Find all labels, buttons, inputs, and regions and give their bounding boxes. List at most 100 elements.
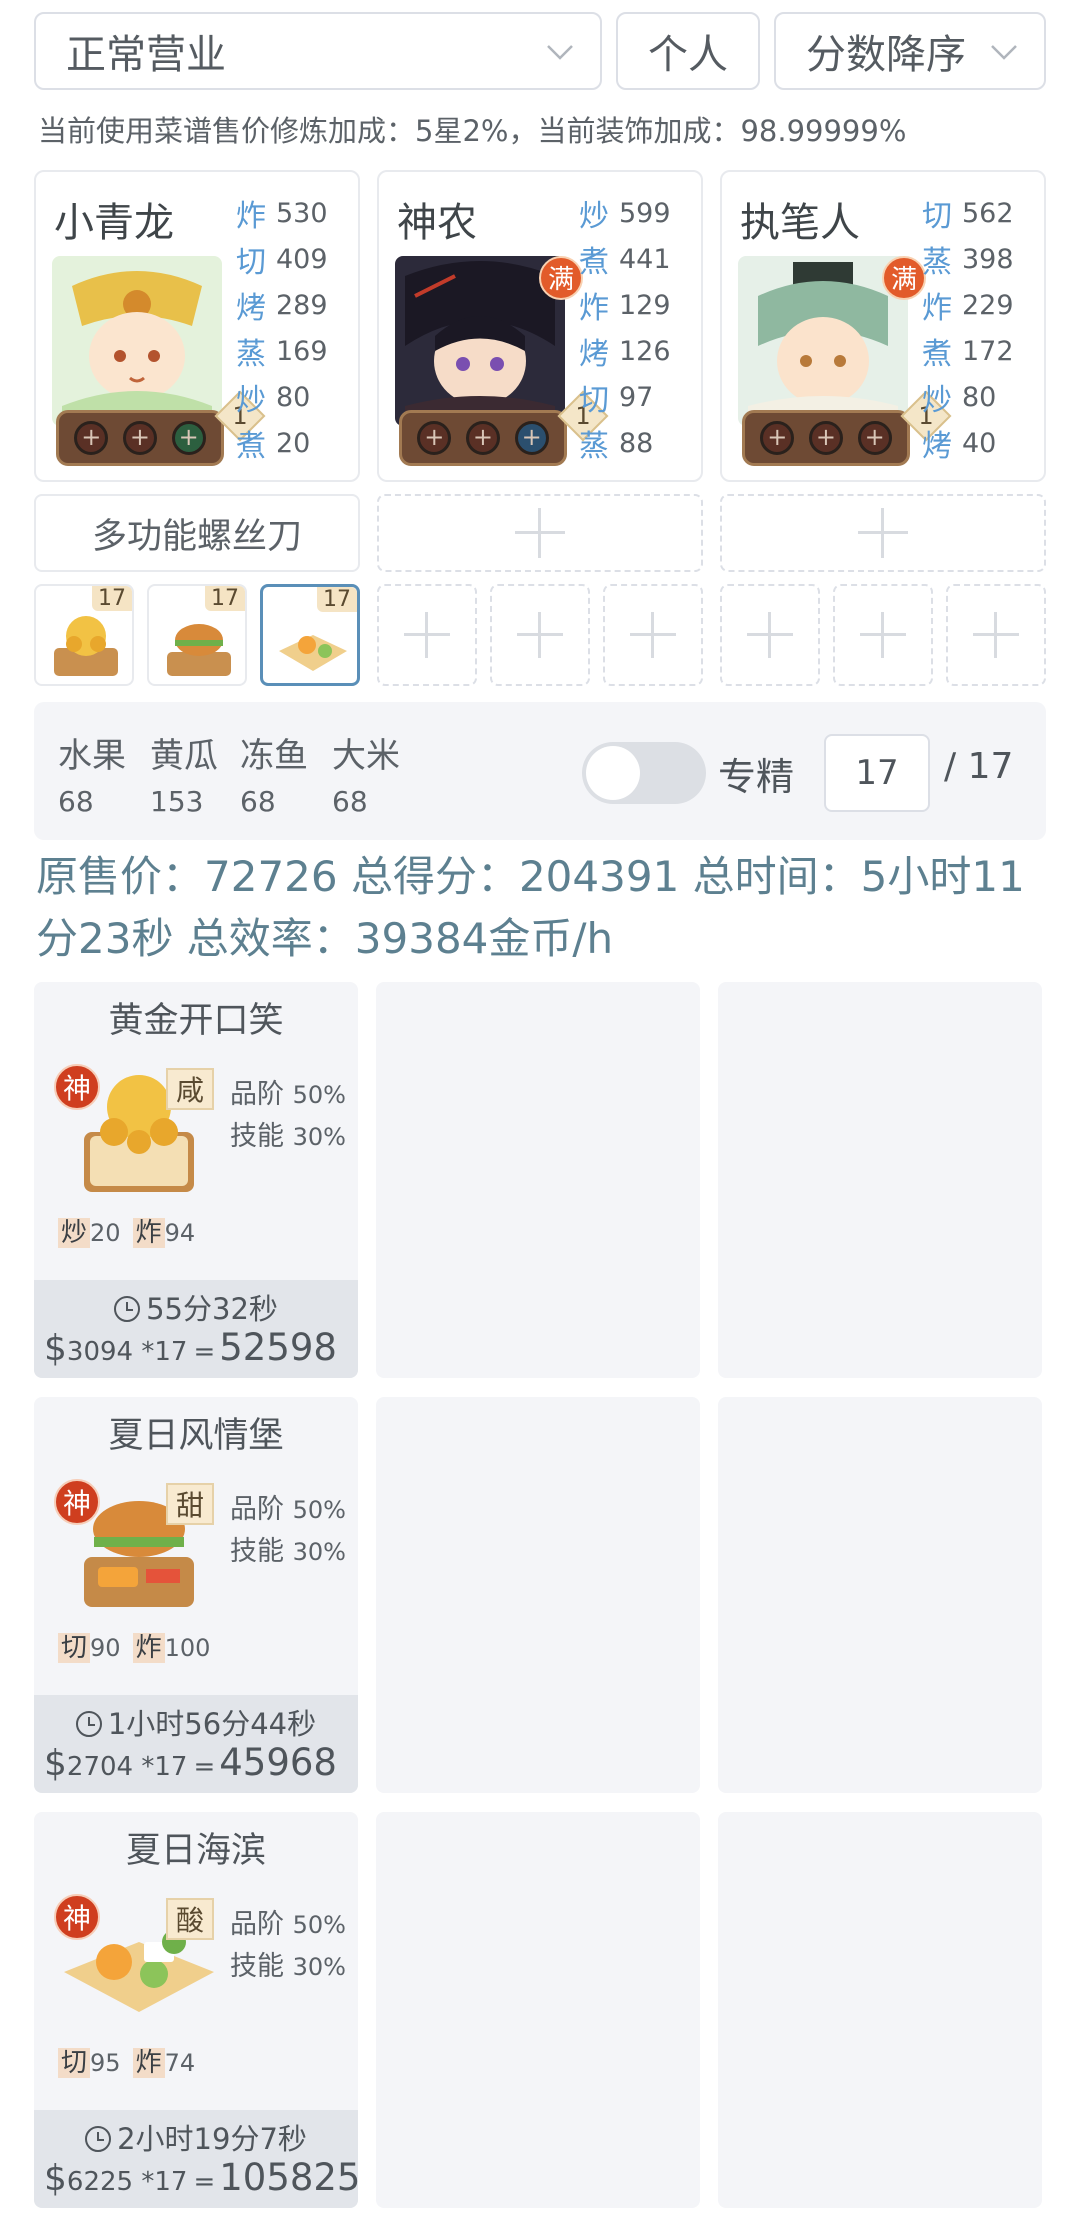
- empty-dish-card[interactable]: [718, 1397, 1042, 1793]
- equipment-slot-3[interactable]: [720, 494, 1046, 572]
- skill-row: 烤 289: [236, 289, 328, 327]
- dish-stats: 品阶 50% 技能 30%: [230, 1079, 346, 1152]
- empty-dish-card[interactable]: [718, 982, 1042, 1378]
- recipe-thumb: [167, 624, 231, 676]
- requirement: 炸 100: [132, 1627, 210, 1664]
- dish-name: 夏日风情堡: [108, 1416, 284, 1456]
- skill-requirements: 切 90 炸 100: [58, 1627, 210, 1664]
- add-icon: [404, 612, 450, 658]
- requirement: 切 95: [58, 2042, 121, 2079]
- price-line: $6225 *17 = 105825: [44, 2156, 361, 2199]
- requirement: 炸 94: [132, 1212, 195, 1249]
- recipe-slot-6[interactable]: [603, 584, 703, 686]
- material-item: 黄瓜 153: [150, 736, 218, 818]
- material-item: 水果 68: [58, 736, 126, 818]
- add-icon: [630, 612, 676, 658]
- dish-name: 夏日海滨: [125, 1831, 266, 1871]
- chef-gem-slots[interactable]: + + +: [742, 410, 910, 466]
- rank-badge: 神: [54, 1064, 100, 1110]
- business-status-select[interactable]: 正常营业: [34, 12, 602, 90]
- dish-card-2[interactable]: 夏日风情堡 神 甜 品阶 50% 技能 30% 切 90 炸 100 1小时56分4…: [34, 1397, 358, 1793]
- personal-mode-label: 个人: [648, 32, 728, 78]
- gem-slot-icon[interactable]: +: [760, 421, 795, 455]
- recipe-thumb: [54, 616, 118, 676]
- empty-dish-card[interactable]: [376, 1812, 700, 2208]
- empty-dish-card[interactable]: [718, 1812, 1042, 2208]
- gem-slot-icon[interactable]: +: [808, 421, 843, 455]
- exclusive-level-input[interactable]: 17: [824, 734, 930, 812]
- gem-slot-icon[interactable]: +: [171, 421, 206, 455]
- sort-order-select[interactable]: 分数降序: [774, 12, 1046, 90]
- recipe-slot-2[interactable]: 17: [147, 584, 247, 686]
- dish-footer: 1小时56分44秒 $2704 *17 = 45968: [34, 1695, 358, 1793]
- recipe-slot-9[interactable]: [946, 584, 1046, 686]
- add-icon: [517, 612, 563, 658]
- skill-row: 炒 599: [579, 197, 671, 235]
- recipe-quantity: 17: [317, 587, 357, 612]
- toggle-knob: [586, 746, 640, 800]
- clock-icon: [85, 2126, 112, 2152]
- chef-name: 小青龙: [54, 200, 174, 246]
- chevron-down-icon: [991, 45, 1017, 60]
- skill-row: 切 409: [236, 243, 328, 281]
- clock-icon: [114, 1296, 141, 1322]
- recipe-slot-5[interactable]: [490, 584, 590, 686]
- chef-gem-slots[interactable]: + + +: [399, 410, 567, 466]
- skill-row: 煮 20: [236, 427, 311, 465]
- cook-time: 2小时19分7秒: [34, 2116, 358, 2158]
- add-icon: [747, 612, 793, 658]
- skill-row: 炒 80: [236, 381, 311, 419]
- recipe-slot-4[interactable]: [377, 584, 477, 686]
- dish-name: 黄金开口笑: [108, 1001, 284, 1041]
- gem-slot-icon[interactable]: +: [122, 421, 157, 455]
- chef-card-2[interactable]: 神农 满 + + + 1 炒 599 煮 441 炸 129 烤 126 切 97 蒸 88: [377, 170, 703, 482]
- rank-badge: 神: [54, 1894, 100, 1940]
- gem-slot-icon[interactable]: +: [857, 421, 892, 455]
- equipment-slot-1[interactable]: 多功能螺丝刀: [34, 494, 360, 572]
- personal-mode-button[interactable]: 个人: [616, 12, 760, 90]
- skill-row: 切 562: [922, 197, 1014, 235]
- gem-slot-icon[interactable]: +: [465, 421, 500, 455]
- flavor-badge: 酸: [166, 1898, 214, 1940]
- flavor-badge: 咸: [166, 1068, 214, 1110]
- recipe-slot-1[interactable]: 17: [34, 584, 134, 686]
- sort-order-value: 分数降序: [806, 32, 966, 78]
- add-icon: [973, 612, 1019, 658]
- skill-row: 蒸 88: [579, 427, 654, 465]
- chef-portrait: [52, 256, 222, 426]
- equipment-slot-2[interactable]: [377, 494, 703, 572]
- rank-badge: 神: [54, 1479, 100, 1525]
- bonus-info: 当前使用菜谱售价修炼加成：5星2%，当前装饰加成：98.99999%: [38, 114, 907, 148]
- summary-text: 原售价：72726 总得分：204391 总时间：5小时11分23秒 总效率：3…: [36, 852, 1025, 963]
- gem-slot-icon[interactable]: +: [74, 421, 109, 455]
- chef-card-1[interactable]: 小青龙 + + + 1 炸 530 切 409 烤 289 蒸 169 炒 80 煮 20: [34, 170, 360, 482]
- gem-slot-icon[interactable]: +: [417, 421, 452, 455]
- empty-dish-card[interactable]: [376, 982, 700, 1378]
- recipe-slot-8[interactable]: [833, 584, 933, 686]
- skill-row: 煮 441: [579, 243, 671, 281]
- equipment-name: 多功能螺丝刀: [91, 516, 302, 557]
- add-icon: [858, 508, 908, 558]
- exclusive-level-max: / 17: [944, 746, 1014, 787]
- requirement: 炸 74: [132, 2042, 195, 2079]
- exclusive-toggle[interactable]: [582, 742, 706, 804]
- skill-requirements: 炒 20 炸 94: [58, 1212, 195, 1249]
- chef-skills: 炸 530 切 409 烤 289 蒸 169 炒 80 煮 20: [236, 190, 352, 466]
- skill-row: 烤 40: [922, 427, 997, 465]
- gem-slot-icon[interactable]: +: [514, 421, 549, 455]
- recipe-slot-7[interactable]: [720, 584, 820, 686]
- price-line: $2704 *17 = 45968: [44, 1741, 337, 1784]
- empty-dish-card[interactable]: [376, 1397, 700, 1793]
- recipe-quantity: 17: [205, 586, 245, 611]
- requirement: 炒 20: [58, 1212, 121, 1249]
- dish-card-1[interactable]: 黄金开口笑 神 咸 品阶 50% 技能 30% 炒 20 炸 94 55分32秒 $…: [34, 982, 358, 1378]
- business-status-value: 正常营业: [66, 32, 226, 78]
- dish-card-3[interactable]: 夏日海滨 神 酸 品阶 50% 技能 30% 切 95 炸 74 2小时19分7秒 …: [34, 1812, 361, 2208]
- chef-name: 神农: [397, 200, 477, 246]
- chef-gem-slots[interactable]: + + +: [56, 410, 224, 466]
- chef-card-3[interactable]: 执笔人 满 + + + 1 切 562 蒸 398 炸 229 煮 172 炒 80 烤4…: [720, 170, 1046, 482]
- recipe-slot-3[interactable]: 17: [260, 584, 360, 686]
- skill-row: 煮 172: [922, 335, 1014, 373]
- skill-requirements: 切 95 炸 74: [58, 2042, 195, 2079]
- clock-icon: [75, 1711, 102, 1737]
